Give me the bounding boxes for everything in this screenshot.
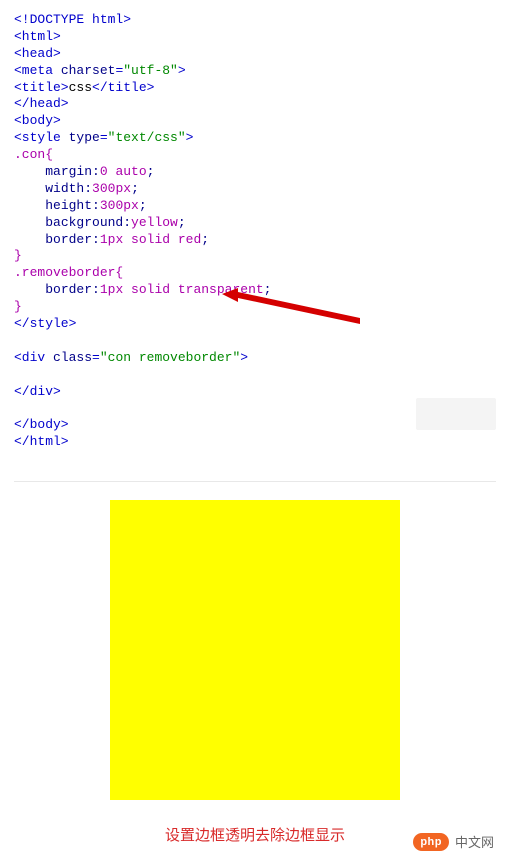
code-token: width bbox=[45, 181, 84, 196]
divider bbox=[14, 481, 496, 482]
arrow-icon bbox=[220, 288, 370, 328]
code-token: </head> bbox=[14, 96, 69, 111]
code-token: <style bbox=[14, 130, 61, 145]
code-token: .removeborder{ bbox=[14, 265, 123, 280]
code-token: class bbox=[45, 350, 92, 365]
code-token: </html> bbox=[14, 434, 69, 449]
code-token bbox=[14, 333, 22, 348]
code-token: "text/css" bbox=[108, 130, 186, 145]
code-token: 300px bbox=[92, 181, 131, 196]
code-token: yellow bbox=[131, 215, 178, 230]
watermark-badge: php bbox=[413, 833, 449, 851]
code-pre: <!DOCTYPE html> <html> <head> <meta char… bbox=[14, 12, 496, 451]
code-token: > bbox=[178, 63, 186, 78]
code-token: } bbox=[14, 248, 22, 263]
code-token: "utf-8" bbox=[123, 63, 178, 78]
code-token: <!DOCTYPE html bbox=[14, 12, 123, 27]
code-token: 0 auto bbox=[100, 164, 147, 179]
yellow-box bbox=[110, 500, 400, 800]
code-token: : bbox=[92, 198, 100, 213]
code-token: <meta bbox=[14, 63, 53, 78]
code-token: > bbox=[186, 130, 194, 145]
code-token: : bbox=[92, 164, 100, 179]
code-token: <html> bbox=[14, 29, 61, 44]
code-token: .con{ bbox=[14, 147, 53, 162]
code-token: charset bbox=[53, 63, 115, 78]
code-token bbox=[14, 367, 22, 382]
code-token: type bbox=[61, 130, 100, 145]
code-token: css bbox=[69, 80, 92, 95]
code-token: "con removeborder" bbox=[100, 350, 240, 365]
code-token: = bbox=[92, 350, 100, 365]
code-token: ; bbox=[201, 232, 209, 247]
code-token: : bbox=[84, 181, 92, 196]
code-token: ; bbox=[178, 215, 186, 230]
code-token: <div bbox=[14, 350, 45, 365]
result-area: 设置边框透明去除边框显示 php 中文网 bbox=[0, 500, 510, 845]
code-token: 300px bbox=[100, 198, 139, 213]
code-token bbox=[14, 400, 22, 415]
code-token: : bbox=[123, 215, 131, 230]
code-token: <title> bbox=[14, 80, 69, 95]
arrow-annotation bbox=[220, 288, 370, 328]
watermark-text: 中文网 bbox=[455, 832, 494, 851]
code-token: > bbox=[123, 12, 131, 27]
code-token: </style> bbox=[14, 316, 76, 331]
code-token: ; bbox=[147, 164, 155, 179]
code-token: </div> bbox=[14, 384, 61, 399]
code-token: margin bbox=[45, 164, 92, 179]
code-token: height bbox=[45, 198, 92, 213]
code-token: ; bbox=[131, 181, 139, 196]
code-block: <!DOCTYPE html> <html> <head> <meta char… bbox=[0, 0, 510, 463]
code-token: 1px solid red bbox=[100, 232, 201, 247]
code-token: } bbox=[14, 299, 22, 314]
code-token: </body> bbox=[14, 417, 69, 432]
code-token: background bbox=[45, 215, 123, 230]
watermark: php 中文网 bbox=[413, 832, 494, 851]
code-token: </title> bbox=[92, 80, 154, 95]
code-token: <head> bbox=[14, 46, 61, 61]
code-token: : bbox=[92, 282, 100, 297]
code-token: <body> bbox=[14, 113, 61, 128]
code-token: : bbox=[92, 232, 100, 247]
code-token: ; bbox=[139, 198, 147, 213]
ghost-placeholder bbox=[416, 398, 496, 430]
code-token: = bbox=[100, 130, 108, 145]
code-token: border bbox=[45, 282, 92, 297]
code-token: > bbox=[240, 350, 248, 365]
code-token: border bbox=[45, 232, 92, 247]
